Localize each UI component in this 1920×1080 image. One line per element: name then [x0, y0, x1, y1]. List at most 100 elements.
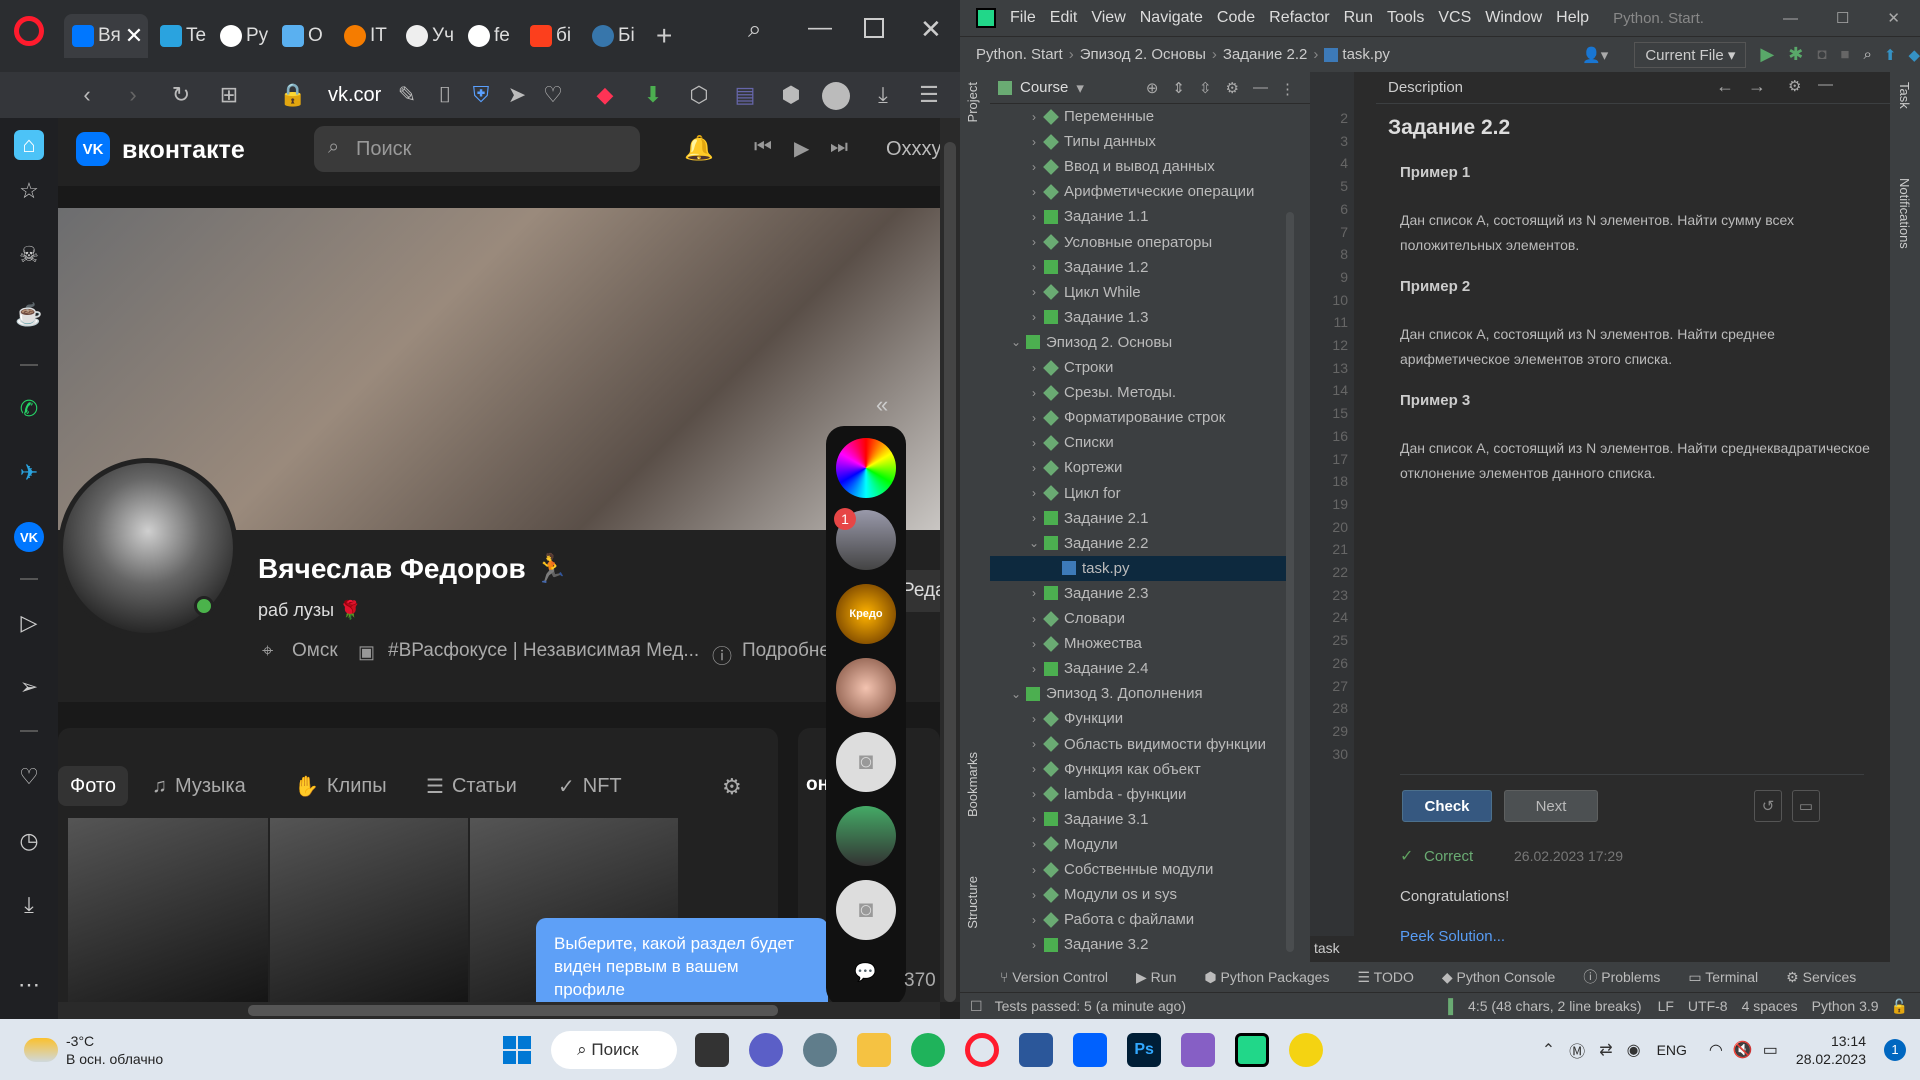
chevron-right-icon[interactable]: › — [1026, 888, 1042, 902]
prev-track-icon[interactable]: ⏮ — [754, 136, 772, 159]
chevron-right-icon[interactable]: › — [1026, 285, 1042, 299]
chevron-right-icon[interactable]: › — [1026, 135, 1042, 149]
bookmarks-tool-button[interactable]: Bookmarks — [965, 752, 980, 817]
tree-scrollbar[interactable] — [1286, 212, 1294, 952]
lock-icon[interactable]: 🔓 — [1891, 998, 1908, 1015]
play-track-icon[interactable]: ▶ — [794, 136, 809, 161]
dropbox-icon[interactable] — [1073, 1032, 1108, 1067]
profile-community[interactable]: #ВРасфокусе | Независимая Мед... — [388, 640, 699, 662]
notifications-tool-button[interactable]: Notifications — [1897, 178, 1912, 249]
vertical-scrollbar[interactable] — [940, 118, 960, 1002]
horizontal-scrollbar[interactable] — [58, 1002, 940, 1019]
tree-item[interactable]: ⌄ Эпизод 2. Основы — [990, 330, 1290, 355]
tree-item[interactable]: › Типы данных — [990, 129, 1290, 154]
caret-position[interactable]: 4:5 (48 chars, 2 line breaks) — [1468, 998, 1642, 1014]
extension-chart-icon[interactable]: ▤ — [730, 80, 760, 110]
vk-logo-text[interactable]: вконтакте — [122, 136, 245, 165]
tree-item[interactable]: › Собственные модули — [990, 857, 1290, 882]
chevron-right-icon[interactable]: › — [1026, 110, 1042, 124]
tree-item[interactable]: › Задание 3.1 — [990, 807, 1290, 832]
browser-tab[interactable]: бі — [530, 17, 571, 55]
chevron-right-icon[interactable]: › — [1026, 411, 1042, 425]
browser-tab[interactable]: Te — [160, 17, 206, 55]
notification-badge[interactable]: 1 — [1884, 1038, 1906, 1061]
tabs-grid-icon[interactable]: ⊞ — [214, 80, 244, 110]
run-icon[interactable]: ▶ — [1760, 44, 1774, 65]
story-avatar[interactable] — [836, 806, 896, 866]
camera-icon[interactable]: ◙ — [836, 732, 896, 792]
task-tool-button[interactable]: Task — [1897, 82, 1912, 109]
clock[interactable]: 13:14 28.02.2023 — [1796, 1032, 1866, 1068]
browser-tab[interactable]: O — [282, 17, 323, 55]
run-config-select[interactable]: Current File ▾ — [1634, 41, 1747, 68]
tree-item[interactable]: › Срезы. Методы. — [990, 380, 1290, 405]
cube-icon[interactable]: ⬡ — [684, 80, 714, 110]
send-icon[interactable]: ➤ — [502, 80, 532, 110]
tree-item[interactable]: › Строки — [990, 355, 1290, 380]
close-window-icon[interactable]: ✕ — [920, 14, 942, 45]
debug-icon[interactable]: ✱ — [1788, 44, 1803, 65]
close-icon[interactable]: ✕ — [1887, 9, 1900, 27]
tree-item[interactable]: › Задание 3.2 — [990, 932, 1290, 957]
tray-tool-icon[interactable]: ◉ — [1627, 1040, 1641, 1060]
shield-icon[interactable]: ⛨ — [466, 80, 496, 110]
tree-item[interactable]: › Функция как объект — [990, 757, 1290, 782]
menu-navigate[interactable]: Navigate — [1140, 9, 1203, 27]
peek-solution-link[interactable]: Peek Solution... — [1400, 928, 1505, 945]
menu-file[interactable]: File — [1010, 9, 1036, 27]
box-icon[interactable]: ⬢ — [776, 80, 806, 110]
vk-logo-icon[interactable]: VK — [76, 132, 110, 166]
tree-item[interactable]: › Условные операторы — [990, 230, 1290, 255]
chevron-right-icon[interactable]: › — [1026, 511, 1042, 525]
word-icon[interactable] — [1019, 1032, 1054, 1067]
extension-icon[interactable]: ◆ — [590, 80, 620, 110]
tree-item[interactable]: ⌄ Задание 2.2 — [990, 531, 1290, 556]
star-icon[interactable]: ☆ — [14, 176, 44, 206]
tab-nft[interactable]: ✓ NFT — [558, 766, 622, 806]
opera-logo-icon[interactable] — [14, 16, 44, 46]
story-avatar[interactable] — [836, 438, 896, 498]
start-icon[interactable] — [503, 1035, 532, 1064]
taskbar-search[interactable]: ⌕ Поиск — [551, 1030, 678, 1069]
chevron-right-icon[interactable]: › — [1026, 210, 1042, 224]
app-icon[interactable] — [1289, 1032, 1324, 1067]
next-track-icon[interactable]: ⏭ — [830, 136, 848, 159]
home-icon[interactable]: ⌂ — [14, 130, 44, 160]
tree-item[interactable]: › lambda - функции — [990, 782, 1290, 807]
tray-sliders-icon[interactable]: ⇄ — [1599, 1040, 1612, 1060]
browser-tab[interactable]: Бі — [592, 17, 635, 55]
scroll-thumb[interactable] — [248, 1005, 778, 1016]
meet-icon[interactable] — [749, 1032, 784, 1067]
comment-icon[interactable]: ▭ — [1792, 790, 1820, 822]
menu-vcs[interactable]: VCS — [1438, 9, 1471, 27]
tree-item[interactable]: › Модули — [990, 832, 1290, 857]
coverage-icon[interactable]: ◘ — [1817, 46, 1826, 63]
structure-tool-button[interactable]: Structure — [965, 876, 980, 929]
chevron-right-icon[interactable]: › — [1026, 762, 1042, 776]
expand-all-icon[interactable]: ⇕ — [1172, 79, 1185, 97]
browser-tab[interactable]: IT — [344, 17, 387, 55]
tab-articles[interactable]: ☰ Статьи — [426, 766, 517, 806]
heart-icon[interactable]: ♡ — [538, 80, 568, 110]
todo-tool[interactable]: ☰ TODO — [1357, 969, 1413, 986]
browser-tab-vk[interactable]: Вя ✕ — [64, 14, 148, 58]
chevron-right-icon[interactable]: › — [1026, 712, 1042, 726]
chat-icon[interactable]: 💬 — [854, 962, 876, 983]
settings-icon[interactable] — [803, 1032, 838, 1067]
minimize-icon[interactable]: — — [808, 14, 832, 42]
language-indicator[interactable]: ENG — [1657, 1042, 1687, 1058]
tree-item[interactable]: › Задание 2.3 — [990, 581, 1290, 606]
maximize-icon[interactable] — [864, 18, 884, 38]
chevron-right-icon[interactable]: › — [1026, 260, 1042, 274]
next-task-icon[interactable]: → — [1748, 76, 1766, 97]
reload-icon[interactable]: ↻ — [166, 80, 196, 110]
tab-photo[interactable]: Фото — [58, 766, 128, 806]
menu-window[interactable]: Window — [1485, 9, 1542, 27]
collapse-all-icon[interactable]: ⇳ — [1199, 79, 1212, 97]
url-text[interactable]: vk.cor — [328, 84, 381, 107]
profile-avatar-icon[interactable] — [822, 82, 850, 110]
vk-search-input[interactable]: ⌕ Поиск — [314, 126, 640, 172]
chevron-right-icon[interactable]: › — [1026, 787, 1042, 801]
chevron-right-icon[interactable]: › — [1026, 863, 1042, 877]
task-view-icon[interactable] — [695, 1032, 730, 1067]
